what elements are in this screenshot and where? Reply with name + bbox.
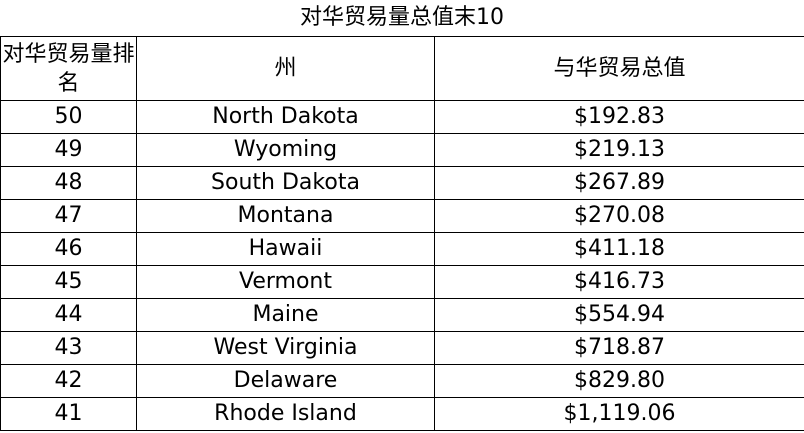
state-cell[interactable]: Delaware xyxy=(136,364,435,398)
table-row: 45 Vermont $416.73 xyxy=(0,265,804,299)
state-cell[interactable]: West Virginia xyxy=(136,331,435,365)
total-cell[interactable]: $192.83 xyxy=(434,100,804,134)
table-title: 对华贸易量总值末10 xyxy=(300,5,504,30)
rank-cell[interactable]: 46 xyxy=(0,232,137,266)
table-row: 46 Hawaii $411.18 xyxy=(0,232,804,266)
table-row: 49 Wyoming $219.13 xyxy=(0,133,804,167)
state-cell[interactable]: Rhode Island xyxy=(136,397,435,431)
rank-cell[interactable]: 42 xyxy=(0,364,137,398)
total-cell[interactable]: $270.08 xyxy=(434,199,804,233)
table-row: 44 Maine $554.94 xyxy=(0,298,804,332)
state-cell[interactable]: Wyoming xyxy=(136,133,435,167)
total-cell[interactable]: $416.73 xyxy=(434,265,804,299)
table-row: 50 North Dakota $192.83 xyxy=(0,100,804,134)
rank-cell[interactable]: 41 xyxy=(0,397,137,431)
table-row: 48 South Dakota $267.89 xyxy=(0,166,804,200)
state-cell[interactable]: Montana xyxy=(136,199,435,233)
total-cell[interactable]: $411.18 xyxy=(434,232,804,266)
state-cell[interactable]: Hawaii xyxy=(136,232,435,266)
total-cell[interactable]: $1,119.06 xyxy=(434,397,804,431)
rank-cell[interactable]: 43 xyxy=(0,331,137,365)
state-cell[interactable]: Maine xyxy=(136,298,435,332)
rank-cell[interactable]: 47 xyxy=(0,199,137,233)
total-cell[interactable]: $554.94 xyxy=(434,298,804,332)
column-header-total[interactable]: 与华贸易总值 xyxy=(434,36,804,101)
total-cell[interactable]: $829.80 xyxy=(434,364,804,398)
table-row: 43 West Virginia $718.87 xyxy=(0,331,804,365)
rank-cell[interactable]: 50 xyxy=(0,100,137,134)
rank-cell[interactable]: 48 xyxy=(0,166,137,200)
total-cell[interactable]: $718.87 xyxy=(434,331,804,365)
column-header-rank[interactable]: 对华贸易量排名 xyxy=(0,36,137,101)
trade-table: 对华贸易量排名 州 与华贸易总值 50 North Dakota $192.83… xyxy=(0,36,804,431)
total-cell[interactable]: $219.13 xyxy=(434,133,804,167)
spreadsheet: 对华贸易量总值末10 对华贸易量排名 州 与华贸易总值 50 North Dak… xyxy=(0,0,804,433)
column-header-state[interactable]: 州 xyxy=(136,36,435,101)
state-cell[interactable]: Vermont xyxy=(136,265,435,299)
state-cell[interactable]: South Dakota xyxy=(136,166,435,200)
table-row: 42 Delaware $829.80 xyxy=(0,364,804,398)
header-row: 对华贸易量排名 州 与华贸易总值 xyxy=(0,36,804,101)
rank-cell[interactable]: 45 xyxy=(0,265,137,299)
rank-cell[interactable]: 44 xyxy=(0,298,137,332)
rank-cell[interactable]: 49 xyxy=(0,133,137,167)
table-row: 41 Rhode Island $1,119.06 xyxy=(0,397,804,431)
state-cell[interactable]: North Dakota xyxy=(136,100,435,134)
total-cell[interactable]: $267.89 xyxy=(434,166,804,200)
table-row: 47 Montana $270.08 xyxy=(0,199,804,233)
